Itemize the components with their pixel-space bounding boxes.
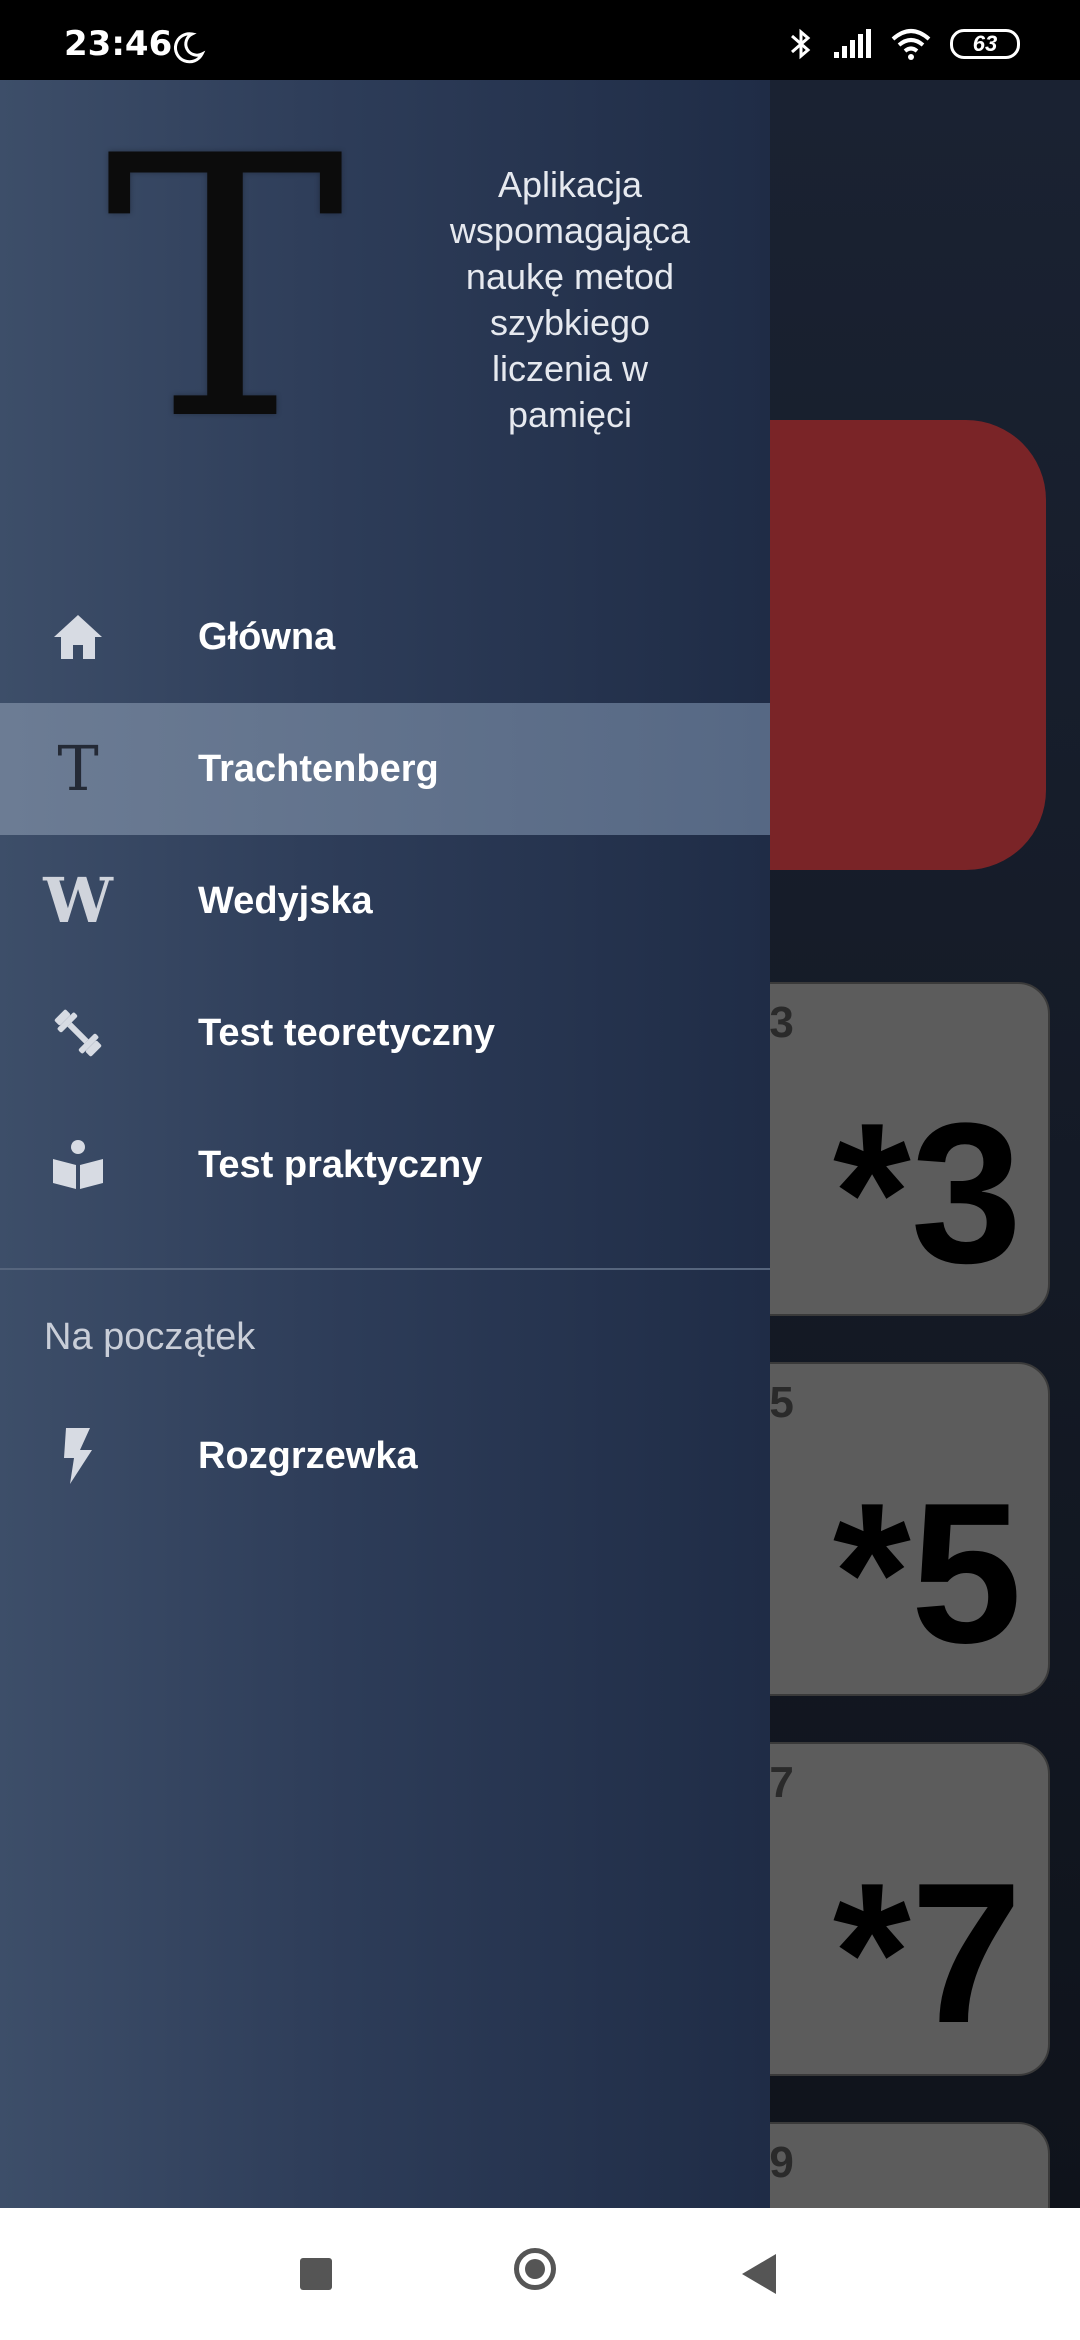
menu-item-trachtenberg[interactable]: T Trachtenberg [0,703,770,835]
menu-item-rozgrzewka[interactable]: Rozgrzewka [0,1390,770,1522]
app-logo: T [95,80,355,499]
home-button[interactable] [514,2248,556,2290]
reading-icon [46,1133,110,1197]
home-icon [46,605,110,669]
menu-item-wedyjska[interactable]: W Wedyjska [0,835,770,967]
drawer-menu: Główna T Trachtenberg W Wedyjska Test te… [0,571,770,1231]
method-card-value: *5 [832,1462,1022,1685]
menu-divider [0,1268,770,1270]
navigation-drawer: T Aplikacja wspomagająca naukę metod szy… [0,80,770,2208]
clock: 23:46 [64,24,173,64]
menu-item-label: Wedyjska [198,879,373,922]
menu-item-glowna[interactable]: Główna [0,571,770,703]
w-letter-icon: W [43,864,113,937]
app-tagline: Aplikacja wspomagająca naukę metod szybk… [449,164,691,435]
dumbbell-icon [46,1001,110,1065]
status-bar: 23:46 63 [0,0,1080,80]
logo-letter: T [104,80,346,499]
wifi-icon [891,29,931,60]
section-title: Na początek [44,1316,256,1358]
menu-item-test-teoretyczny[interactable]: Test teoretyczny [0,967,770,1099]
battery-indicator: 63 [950,29,1020,59]
menu-item-label: Test teoretyczny [198,1011,496,1054]
method-card-value: *7 [832,1842,1022,2065]
menu-item-test-praktyczny[interactable]: Test praktyczny [0,1099,770,1231]
back-button[interactable] [742,2254,776,2294]
signal-icon [834,29,871,58]
menu-item-label: Rozgrzewka [198,1434,418,1477]
menu-item-label: Test praktyczny [198,1143,483,1186]
system-nav-bar [0,2208,1080,2340]
lightning-icon [46,1424,110,1488]
moon-icon [173,32,206,64]
t-letter-icon: T [57,732,99,805]
menu-item-label: Główna [198,615,336,658]
menu-item-label: Trachtenberg [198,747,439,790]
method-card-value: *3 [832,1082,1022,1305]
bluetooth-icon [791,28,811,60]
recent-apps-button[interactable] [300,2258,332,2290]
